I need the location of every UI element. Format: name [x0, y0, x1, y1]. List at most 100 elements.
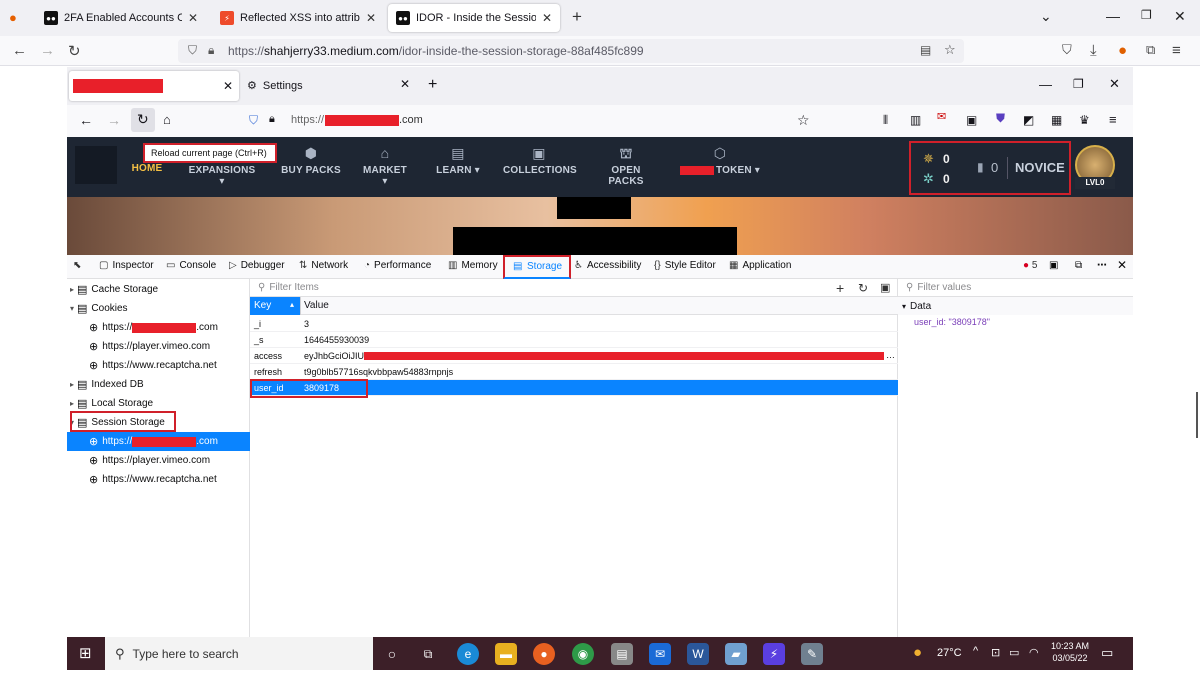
- tree-indexed-db[interactable]: ▸ ▤ Indexed DB: [67, 375, 250, 394]
- inner-tab-active[interactable]: ✕: [69, 71, 239, 101]
- bookmark-star-icon[interactable]: ☆: [797, 112, 810, 129]
- tree-cookies[interactable]: ▾ ▤ Cookies: [67, 299, 250, 318]
- tab-accessibility[interactable]: ♿︎ Accessibility: [574, 260, 641, 271]
- outer-tab-2fa[interactable]: ●● 2FA Enabled Accounts Can Bypa ✕: [36, 4, 206, 32]
- data-section-header[interactable]: ▾ Data: [898, 297, 1133, 315]
- network-icon[interactable]: ⊡: [991, 646, 1000, 659]
- error-badge[interactable]: ● 5: [1023, 260, 1037, 271]
- nav-buy-packs[interactable]: ⬢ BUY PACKS: [281, 145, 341, 176]
- tree-session-host[interactable]: ⊕ https://player.vimeo.com: [67, 451, 250, 470]
- nav-market[interactable]: ⌂ MARKET ▾: [359, 145, 411, 187]
- extension-icon[interactable]: ▣: [966, 113, 977, 127]
- tree-cookie-host[interactable]: ⊕ https:// .com: [67, 318, 250, 337]
- extension-badge-icon[interactable]: ⛊: [996, 111, 1005, 126]
- restore-button[interactable]: ❐: [1141, 8, 1152, 22]
- tree-cookie-host[interactable]: ⊕ https://www.recaptcha.net: [67, 356, 250, 375]
- tree-cookie-host[interactable]: ⊕ https://player.vimeo.com: [67, 337, 250, 356]
- tab-inspector[interactable]: ▢ Inspector: [99, 260, 154, 271]
- refresh-button[interactable]: ↻: [858, 281, 868, 295]
- restore-button[interactable]: ❐: [1073, 77, 1084, 91]
- data-entry[interactable]: user_id: "3809178": [898, 315, 1133, 329]
- column-divider[interactable]: [300, 297, 301, 315]
- tab-performance[interactable]: ◔ Performance: [364, 260, 431, 271]
- nav-collections[interactable]: ▣ COLLECTIONS: [503, 145, 577, 176]
- extension-icon[interactable]: ◩: [1023, 113, 1034, 127]
- value-column-header[interactable]: Value: [304, 300, 329, 311]
- menu-icon[interactable]: ≡: [1172, 42, 1181, 59]
- library-icon[interactable]: ⫴: [883, 113, 888, 128]
- tree-session-host[interactable]: ⊕ https://www.recaptcha.net: [67, 470, 250, 489]
- new-tab-button[interactable]: +: [428, 76, 437, 94]
- extensions-icon[interactable]: ⧉: [1146, 42, 1155, 58]
- battery-icon[interactable]: ▭: [1009, 646, 1019, 659]
- chevron-up-icon[interactable]: ^: [973, 645, 978, 657]
- minimize-button[interactable]: —: [1106, 8, 1120, 24]
- tree-cache-storage[interactable]: ▸ ▤ Cache Storage: [67, 280, 250, 299]
- close-devtools-icon[interactable]: ✕: [1117, 258, 1127, 272]
- extension-icon[interactable]: ●: [1118, 42, 1127, 59]
- split-console-icon[interactable]: ▣: [1049, 260, 1058, 271]
- home-icon[interactable]: ⌂: [163, 112, 171, 127]
- table-row[interactable]: _i 3: [250, 316, 898, 332]
- tab-network[interactable]: ⇅ Network: [299, 260, 348, 271]
- add-item-button[interactable]: +: [836, 280, 844, 296]
- forward-button[interactable]: →: [107, 112, 121, 128]
- app-bolt-icon[interactable]: ⚡: [763, 643, 785, 665]
- bookmark-star-icon[interactable]: ☆: [944, 42, 956, 58]
- nav-open-packs[interactable]: ⛫ OPEN PACKS: [593, 145, 659, 187]
- paint-icon[interactable]: ✎: [801, 643, 823, 665]
- notes-icon[interactable]: ▰: [725, 643, 747, 665]
- close-icon[interactable]: ✕: [223, 79, 233, 93]
- firefox-icon[interactable]: ●: [9, 10, 17, 25]
- extension-icon[interactable]: ▦: [1051, 113, 1062, 127]
- tab-style-editor[interactable]: {} Style Editor: [654, 260, 716, 271]
- shield-icon[interactable]: ⛉: [188, 43, 197, 58]
- lock-icon[interactable]: 🔒︎: [208, 43, 214, 58]
- new-tab-button[interactable]: +: [572, 7, 582, 27]
- toggle-sidebar-icon[interactable]: ▣: [880, 281, 890, 294]
- back-button[interactable]: ←: [79, 112, 93, 128]
- task-view-icon[interactable]: ⧉: [417, 643, 439, 665]
- filter-items-input[interactable]: ⚲ Filter Items + ↻ ▣: [250, 279, 897, 297]
- firefox-icon[interactable]: ●: [533, 643, 555, 665]
- wifi-icon[interactable]: ◠: [1029, 646, 1039, 659]
- key-column-header[interactable]: Key ▴: [250, 297, 300, 315]
- site-logo[interactable]: [75, 146, 117, 184]
- notifications-icon[interactable]: ▭: [1101, 645, 1113, 661]
- file-explorer-icon[interactable]: ▬: [495, 643, 517, 665]
- reload-button[interactable]: ↻: [68, 42, 81, 60]
- close-icon[interactable]: ✕: [542, 11, 552, 25]
- nav-home[interactable]: HOME: [129, 163, 165, 174]
- close-icon[interactable]: ✕: [400, 77, 410, 91]
- pocket-icon[interactable]: ⛉: [1062, 42, 1072, 58]
- word-icon[interactable]: W: [687, 643, 709, 665]
- nav-token[interactable]: ⬡ TOKEN ▾: [679, 145, 761, 176]
- reload-button-hover[interactable]: ↻: [131, 108, 155, 132]
- back-button[interactable]: ←: [12, 42, 27, 59]
- clock[interactable]: 10:23 AM 03/05/22: [1051, 641, 1089, 663]
- minimize-button[interactable]: —: [1039, 77, 1052, 92]
- cortana-icon[interactable]: ○: [381, 643, 403, 665]
- table-row[interactable]: access eyJhbGciOiJIUz…: [250, 348, 898, 364]
- nav-learn[interactable]: ▤ LEARN ▾: [435, 145, 481, 176]
- element-picker-icon[interactable]: ⬉: [73, 260, 85, 271]
- extension-icon[interactable]: ♛: [1079, 113, 1090, 127]
- inner-tab-settings[interactable]: ⚙ Settings ✕: [247, 77, 410, 92]
- page-scrollbar[interactable]: [1196, 392, 1198, 438]
- close-window-button[interactable]: ✕: [1174, 8, 1186, 25]
- chrome-icon[interactable]: ◉: [572, 643, 594, 665]
- tab-list-chevron-icon[interactable]: ⌄: [1040, 8, 1052, 25]
- close-window-button[interactable]: ✕: [1109, 76, 1120, 92]
- dock-icon[interactable]: ⧉: [1075, 260, 1082, 271]
- tab-application[interactable]: ▦ Application: [729, 260, 791, 271]
- reader-view-icon[interactable]: ▤: [920, 43, 931, 57]
- taskbar-search[interactable]: ⚲ Type here to search: [105, 637, 373, 670]
- mail-icon[interactable]: ✉: [649, 643, 671, 665]
- more-options-icon[interactable]: ⋯: [1097, 260, 1107, 271]
- tab-memory[interactable]: ▥ Memory: [448, 260, 498, 271]
- tab-console[interactable]: ▭ Console: [166, 260, 216, 271]
- extension-new-icon[interactable]: ✉: [937, 110, 946, 123]
- forward-button[interactable]: →: [40, 42, 55, 59]
- close-icon[interactable]: ✕: [188, 11, 198, 25]
- filter-values-input[interactable]: ⚲ Filter values: [898, 279, 1133, 297]
